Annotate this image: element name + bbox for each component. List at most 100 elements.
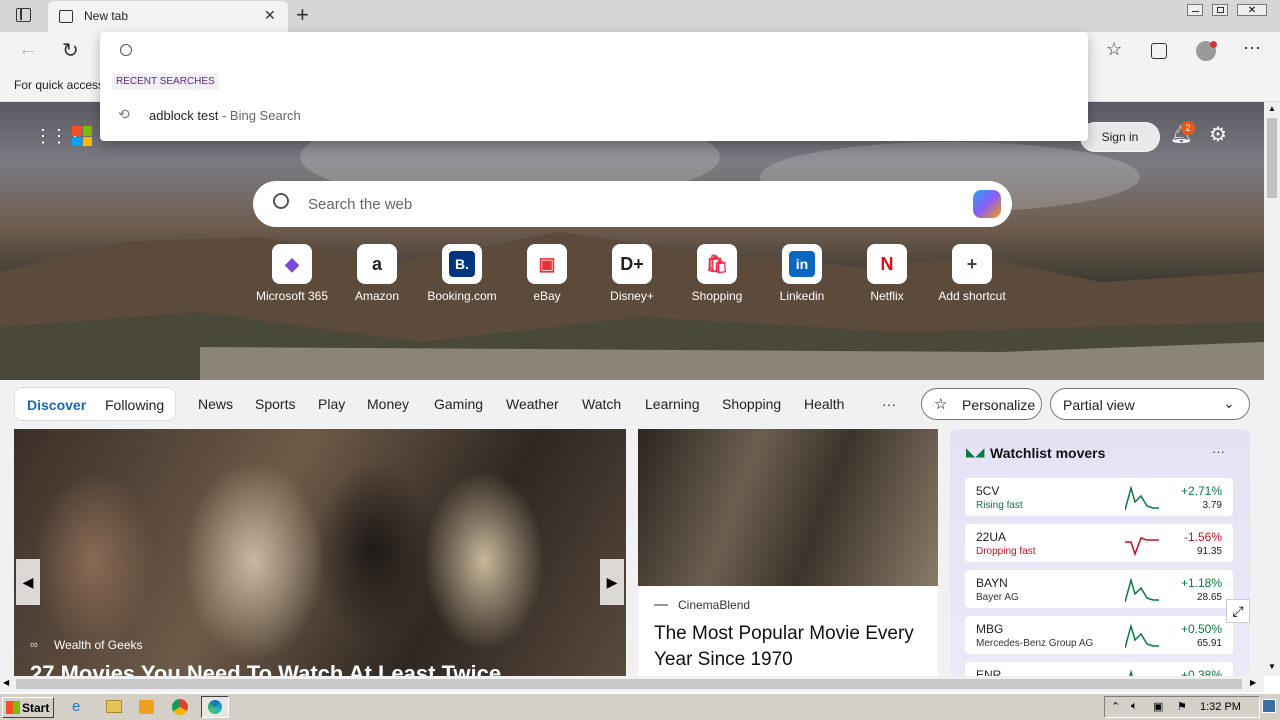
refresh-icon[interactable]: ↻ xyxy=(62,38,79,63)
feed-tab-shopping[interactable]: Shopping xyxy=(722,396,781,412)
personalize-button[interactable]: ☆ Personalize xyxy=(921,388,1042,420)
feed-tab-health[interactable]: Health xyxy=(804,396,844,412)
tab-new-tab[interactable]: New tab ✕ xyxy=(48,1,288,32)
newtab-page-icon xyxy=(59,10,73,23)
sign-in-button[interactable]: Sign in xyxy=(1080,122,1160,152)
carousel-next-button[interactable]: ▶ xyxy=(600,559,624,605)
article-card[interactable]: CinemaBlend The Most Popular Movie Every… xyxy=(638,429,938,676)
watchlist-row[interactable]: 22UA Dropping fast -1.56% 91.35 xyxy=(965,524,1233,562)
feed-tab-sports[interactable]: Sports xyxy=(255,396,295,412)
copilot-icon[interactable] xyxy=(973,190,1001,218)
feed-tab-weather[interactable]: Weather xyxy=(506,396,559,412)
explorer-folder-icon[interactable] xyxy=(106,700,122,713)
shortcut-tile[interactable]: B. Booking.com xyxy=(417,244,507,303)
show-desktop-icon[interactable] xyxy=(1262,699,1276,713)
feed-tab-play[interactable]: Play xyxy=(318,396,345,412)
microsoft-logo-icon xyxy=(72,126,92,146)
stock-sparkline xyxy=(1125,485,1159,511)
search-input[interactable]: Search the web xyxy=(308,196,412,213)
feed-tab-gaming[interactable]: Gaming xyxy=(434,396,483,412)
watchlist-row[interactable]: 5CV Rising fast +2.71% 3.79 xyxy=(965,478,1233,516)
watchlist-row[interactable]: BAYN Bayer AG +1.18% 28.65 xyxy=(965,570,1233,608)
plus-icon: + xyxy=(952,244,992,284)
shortcut-tile[interactable]: D+ Disney+ xyxy=(587,244,677,303)
card2-headline[interactable]: The Most Popular Movie Every Year Since … xyxy=(654,621,914,673)
horizontal-scrollbar[interactable]: ◀ ▶ xyxy=(0,676,1264,692)
h-scroll-thumb[interactable] xyxy=(16,679,1242,689)
flag-icon[interactable]: ⚑ xyxy=(1177,700,1187,713)
stock-change: +0.38% xyxy=(1180,668,1222,676)
main-card-headline[interactable]: 27 Movies You Need To Watch At Least Twi… xyxy=(30,661,501,676)
stock-change: +0.50% xyxy=(1180,622,1222,636)
ie-icon[interactable]: e xyxy=(72,698,80,715)
address-bar-dropdown: RECENT SEARCHES ⟲ adblock test - Bing Se… xyxy=(100,32,1088,141)
tab-discover[interactable]: Discover xyxy=(27,397,86,413)
chrome-icon[interactable] xyxy=(172,699,188,715)
media-player-icon[interactable] xyxy=(139,700,154,714)
tab-actions-icon[interactable] xyxy=(16,8,31,22)
profile-avatar[interactable] xyxy=(1196,41,1217,61)
watchlist-row[interactable]: ENR +0.38% xyxy=(965,662,1233,676)
booking-icon: B. xyxy=(442,244,482,284)
shortcut-tile[interactable]: 🛍 Shopping xyxy=(672,244,762,303)
shortcut-tile[interactable]: a Amazon xyxy=(332,244,422,303)
search-icon xyxy=(273,193,289,209)
scroll-right-icon[interactable]: ▶ xyxy=(1250,678,1256,687)
stock-price: 91.35 xyxy=(1196,546,1222,557)
edge-icon[interactable] xyxy=(201,696,229,718)
start-button[interactable]: Start xyxy=(2,697,54,718)
close-tab-icon[interactable]: ✕ xyxy=(264,7,276,24)
stock-change: +1.18% xyxy=(1180,576,1222,590)
article-image xyxy=(638,429,938,586)
shortcut-tile[interactable]: in Linkedin xyxy=(757,244,847,303)
recent-search-suffix: - Bing Search xyxy=(218,108,301,123)
scroll-down-icon[interactable]: ▼ xyxy=(1268,662,1276,671)
collections-icon[interactable] xyxy=(1151,43,1167,59)
tab-following[interactable]: Following xyxy=(105,397,164,413)
scroll-up-icon[interactable]: ▲ xyxy=(1268,104,1276,113)
stock-price: 65.91 xyxy=(1196,638,1222,649)
favorites-star-icon[interactable]: ☆ xyxy=(1106,39,1122,60)
restore-icon[interactable] xyxy=(1212,4,1228,16)
feed-tab-news[interactable]: News xyxy=(198,396,233,412)
vertical-scrollbar[interactable]: ▲ ▼ xyxy=(1264,102,1280,676)
stock-subtitle: Rising fast xyxy=(976,500,1023,511)
shortcut-tile[interactable]: ◆ Microsoft 365 xyxy=(247,244,337,303)
watchlist-more-icon[interactable]: ··· xyxy=(1212,444,1225,459)
close-window-icon[interactable]: ✕ xyxy=(1237,4,1267,16)
volume-icon[interactable]: 🔈︎ xyxy=(1131,700,1138,713)
shortcut-label: Netflix xyxy=(870,289,904,303)
network-icon[interactable]: ▣ xyxy=(1153,700,1163,713)
feed-more-icon[interactable]: ··· xyxy=(882,396,896,412)
shortcut-tile[interactable]: ▣ eBay xyxy=(502,244,592,303)
stock-subtitle: Mercedes-Benz Group AG xyxy=(976,638,1094,649)
taskbar-clock[interactable]: 1:32 PM xyxy=(1200,701,1241,713)
web-search-box[interactable]: Search the web xyxy=(253,181,1012,227)
settings-gear-icon[interactable]: ⚙ xyxy=(1209,122,1227,147)
feed-tab-watch[interactable]: Watch xyxy=(582,396,621,412)
back-icon[interactable]: ← xyxy=(18,38,38,61)
expand-icon[interactable]: ⤢ xyxy=(1226,599,1250,623)
start-label: Start xyxy=(22,701,50,715)
shortcut-tile[interactable]: N Netflix xyxy=(842,244,932,303)
carousel-prev-button[interactable]: ◀ xyxy=(16,559,40,605)
favorites-bar-text: For quick access xyxy=(14,78,105,92)
shortcut-tile[interactable]: + Add shortcut xyxy=(927,244,1017,303)
minimize-icon[interactable] xyxy=(1187,4,1203,16)
featured-article-card[interactable]: ◀ ▶ ∞ Wealth of Geeks 27 Movies You Need… xyxy=(14,429,626,676)
new-tab-plus-icon[interactable]: + xyxy=(296,2,309,28)
more-menu-icon[interactable]: ⋯ xyxy=(1243,38,1261,59)
recent-search-item[interactable]: adblock test - Bing Search xyxy=(149,108,301,123)
feed-tab-money[interactable]: Money xyxy=(367,396,409,412)
tray-expand-icon[interactable]: ⌃ xyxy=(1111,700,1120,713)
stock-symbol: 5CV xyxy=(976,484,1000,498)
scroll-left-icon[interactable]: ◀ xyxy=(3,678,9,687)
stock-symbol: MBG xyxy=(976,622,1004,636)
view-select[interactable]: Partial view ⌄ xyxy=(1050,388,1250,420)
feed-mode-pill: Discover Following xyxy=(14,387,176,421)
personalize-star-icon: ☆ xyxy=(934,396,948,413)
feed-tab-learning[interactable]: Learning xyxy=(645,396,700,412)
shopping-icon: 🛍 xyxy=(697,244,737,284)
watchlist-row[interactable]: MBG Mercedes-Benz Group AG +0.50% 65.91 xyxy=(965,616,1233,654)
scroll-thumb[interactable] xyxy=(1267,118,1277,198)
